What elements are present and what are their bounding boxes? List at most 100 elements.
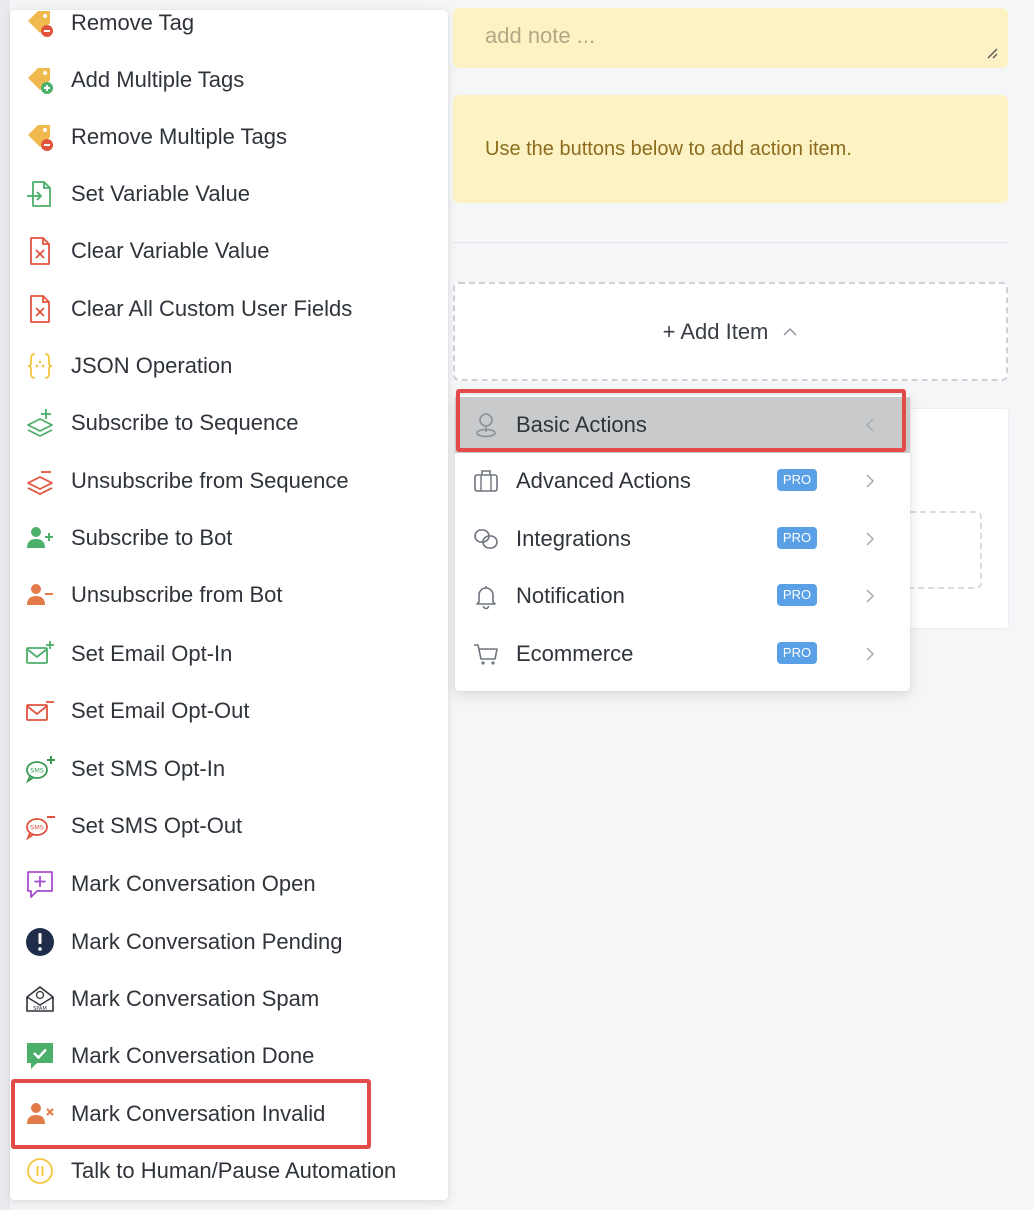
sms-glyph: SMS <box>30 824 44 832</box>
action-clear-variable-value[interactable]: Clear Variable Value <box>10 225 448 277</box>
action-unsubscribe-from-bot[interactable]: Unsubscribe from Bot <box>10 569 448 621</box>
conversation-open-icon <box>27 871 53 898</box>
set-variable-icon <box>27 181 51 207</box>
action-label: Mark Conversation Done <box>71 1043 315 1068</box>
action-label: Set SMS Opt-Out <box>71 813 243 838</box>
sms-optin-icon: SMS <box>26 756 55 784</box>
action-label: Mark Conversation Pending <box>71 929 343 954</box>
action-set-email-opt-in[interactable]: Set Email Opt-In <box>10 628 448 680</box>
basic-actions-icon <box>476 413 496 438</box>
action-subscribe-to-bot[interactable]: Subscribe to Bot <box>10 512 448 564</box>
category-label: Notification <box>516 583 625 608</box>
action-clear-all-custom-user-fields[interactable]: Clear All Custom User Fields <box>10 283 448 335</box>
chevron-right-icon <box>866 474 875 488</box>
subscribe-sequence-icon <box>27 409 53 437</box>
action-label: Mark Conversation Invalid <box>71 1101 326 1126</box>
conversation-spam-icon: SPAM <box>26 986 54 1012</box>
action-add-multiple-tags[interactable]: Add Multiple Tags <box>10 54 448 106</box>
email-optout-icon <box>26 701 54 721</box>
unsubscribe-sequence-icon <box>27 471 53 495</box>
action-label: Unsubscribe from Sequence <box>71 468 349 493</box>
note-placeholder: add note ... <box>485 23 596 48</box>
category-integrations[interactable]: Integrations PRO <box>455 511 910 567</box>
action-label: Remove Multiple Tags <box>71 124 288 149</box>
category-advanced-actions[interactable]: Advanced Actions PRO <box>455 453 910 509</box>
action-mark-conversation-spam[interactable]: SPAM Mark Conversation Spam <box>10 973 448 1025</box>
action-label: Clear All Custom User Fields <box>71 296 353 321</box>
add-item-button[interactable]: + Add Item <box>453 282 1008 381</box>
action-remove-multiple-tags[interactable]: Remove Multiple Tags <box>10 111 448 163</box>
action-label: Mark Conversation Open <box>71 871 316 896</box>
action-label: Add Multiple Tags <box>71 67 245 92</box>
action-label: Clear Variable Value <box>71 238 270 263</box>
add-tags-icon <box>28 68 53 94</box>
integrations-icon <box>474 529 498 549</box>
action-label: Remove Tag <box>71 10 195 35</box>
category-label: Integrations <box>516 526 631 551</box>
action-label: Talk to Human/Pause Automation <box>71 1158 397 1183</box>
json-icon <box>27 353 53 379</box>
category-menu: Basic Actions Advanced Actions PRO Integ… <box>455 395 910 691</box>
chevron-right-icon <box>866 647 875 661</box>
category-basic-actions[interactable]: Basic Actions <box>455 397 910 453</box>
action-label: Subscribe to Sequence <box>71 410 299 435</box>
action-remove-tag[interactable]: Remove Tag <box>10 10 448 49</box>
action-set-sms-opt-in[interactable]: SMS Set SMS Opt-In <box>10 743 448 795</box>
action-label: Mark Conversation Spam <box>71 986 320 1011</box>
action-set-sms-opt-out[interactable]: SMS Set SMS Opt-Out <box>10 800 448 852</box>
subscribe-bot-icon <box>27 527 53 548</box>
action-mark-conversation-done[interactable]: Mark Conversation Done <box>10 1030 448 1082</box>
pause-icon <box>27 1158 53 1184</box>
action-label: JSON Operation <box>71 353 233 378</box>
action-talk-to-human[interactable]: Talk to Human/Pause Automation <box>10 1145 448 1197</box>
clear-variable-icon <box>30 237 50 265</box>
remove-tag-icon <box>28 11 53 37</box>
pro-badge: PRO <box>777 642 817 664</box>
category-label: Ecommerce <box>516 641 634 666</box>
category-label: Advanced Actions <box>516 468 691 493</box>
chevron-right-icon <box>866 532 875 546</box>
action-set-variable-value[interactable]: Set Variable Value <box>10 168 448 220</box>
action-unsubscribe-from-sequence[interactable]: Unsubscribe from Sequence <box>10 455 448 507</box>
pro-badge: PRO <box>777 469 817 491</box>
chevron-right-icon <box>866 589 875 603</box>
action-set-email-opt-out[interactable]: Set Email Opt-Out <box>10 685 448 737</box>
remove-tags-icon <box>28 125 53 151</box>
add-item-label: + Add Item <box>662 318 769 344</box>
pro-badge: PRO <box>777 584 817 606</box>
app-window: add note ... Use the buttons below to ad… <box>0 0 1034 1210</box>
action-mark-conversation-open[interactable]: Mark Conversation Open <box>10 858 448 910</box>
divider <box>453 242 1008 243</box>
email-optin-icon <box>26 641 54 664</box>
spam-glyph: SPAM <box>33 1006 47 1012</box>
action-label: Subscribe to Bot <box>71 525 233 550</box>
clear-fields-icon <box>30 295 50 323</box>
bell-icon <box>476 586 496 610</box>
action-mark-conversation-invalid[interactable]: Mark Conversation Invalid <box>10 1088 448 1140</box>
pro-badge: PRO <box>777 527 817 549</box>
resize-grip-icon[interactable] <box>986 47 998 59</box>
action-label: Set SMS Opt-In <box>71 756 226 781</box>
basic-actions-flyout: Remove Tag Add Multiple Tags Remove Mult… <box>10 10 448 1200</box>
action-label: Set Email Opt-In <box>71 641 233 666</box>
category-ecommerce[interactable]: Ecommerce PRO <box>455 626 910 682</box>
chevron-up-icon <box>782 327 798 337</box>
conversation-invalid-icon <box>27 1103 54 1124</box>
left-gutter <box>0 0 10 1210</box>
conversation-pending-icon <box>26 928 54 956</box>
sms-glyph: SMS <box>30 767 44 775</box>
cart-icon <box>474 644 498 665</box>
category-notification[interactable]: Notification PRO <box>455 568 910 624</box>
info-text: Use the buttons below to add action item… <box>485 137 852 160</box>
action-label: Unsubscribe from Bot <box>71 582 283 607</box>
note-textarea[interactable]: add note ... <box>453 8 1008 68</box>
conversation-done-icon <box>27 1043 53 1069</box>
chevron-left-icon <box>865 418 874 432</box>
action-label: Set Email Opt-Out <box>71 698 250 723</box>
category-label: Basic Actions <box>516 412 647 437</box>
advanced-actions-icon <box>474 470 498 492</box>
action-json-operation[interactable]: JSON Operation <box>10 340 448 392</box>
action-mark-conversation-pending[interactable]: Mark Conversation Pending <box>10 916 448 968</box>
action-subscribe-to-sequence[interactable]: Subscribe to Sequence <box>10 397 448 449</box>
action-label: Set Variable Value <box>71 181 250 206</box>
